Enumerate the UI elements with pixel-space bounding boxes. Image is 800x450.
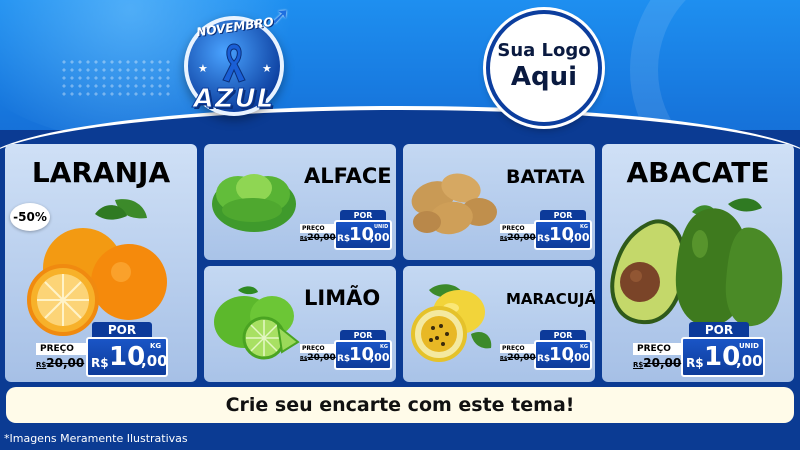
logo-line-2: Aqui (510, 62, 578, 92)
unit-label: KG (380, 344, 388, 350)
header-dot-pattern (60, 58, 170, 98)
badge-bottom-text: AZUL (193, 84, 275, 115)
currency: R$ (91, 356, 109, 370)
product-name: MARACUJÁ (506, 290, 595, 308)
preco-label: PREÇO (633, 343, 681, 355)
preco-label: PREÇO (300, 224, 334, 233)
product-card-maracuja: MARACUJÁ POR PREÇO R$20,00 R$ 10 ,00 KG (403, 266, 595, 382)
flyer-page: ➚ NOVEMBRO ★ ★ AZUL Sua Logo Aqui LARANJ… (0, 0, 800, 450)
price-cents: ,00 (141, 352, 168, 370)
logo-line-1: Sua Logo (497, 40, 591, 61)
potato-image (411, 173, 497, 235)
por-label: POR (92, 322, 152, 338)
old-price: R$20,00 (300, 353, 336, 363)
preco-label: PREÇO (500, 224, 534, 233)
price-cents: ,00 (370, 231, 390, 244)
old-price: R$20,00 (36, 356, 84, 370)
old-currency: R$ (36, 361, 47, 369)
preco-label: PREÇO (300, 344, 334, 353)
passion-fruit-image (411, 284, 492, 362)
price-integer: 10 (704, 342, 741, 372)
product-name: LIMÃO (304, 286, 381, 310)
price-cents: ,00 (570, 231, 590, 244)
old-price-value: 20,00 (307, 233, 336, 243)
currency: R$ (686, 356, 704, 370)
store-logo-placeholder: Sua Logo Aqui (486, 10, 602, 126)
old-price-value: 20,00 (46, 356, 85, 370)
old-price: R$20,00 (300, 233, 336, 243)
unit-label: KG (580, 224, 588, 230)
unit-label: UNID (374, 224, 389, 230)
price-cents: ,00 (736, 352, 763, 370)
old-price: R$20,00 (500, 233, 536, 243)
product-name: BATATA (506, 166, 585, 188)
badge-star-icon: ★ (262, 62, 272, 75)
price-cents: ,00 (370, 351, 390, 364)
lettuce-image (212, 174, 296, 232)
promo-banner: Crie seu encarte com este tema! (6, 387, 794, 423)
product-name: ABACATE (626, 156, 770, 189)
product-card-alface: ALFACE POR PREÇO R$20,00 R$ 10 ,00 UNID (204, 144, 396, 260)
preco-label: PREÇO (36, 343, 86, 355)
avocado-image (610, 198, 783, 327)
lime-image (214, 286, 300, 360)
por-label: POR (689, 322, 749, 338)
old-price-value: 20,00 (507, 353, 536, 363)
product-card-limao: LIMÃO POR PREÇO R$20,00 R$ 10 ,00 KG (204, 266, 396, 382)
unit-label: UNID (739, 342, 759, 350)
unit-label: KG (580, 344, 588, 350)
product-name: LARANJA (31, 156, 171, 189)
product-card-abacate: ABACATE POR PREÇO R$20,00 R$ 10 ,00 UNID (602, 144, 794, 382)
preco-label: PREÇO (500, 344, 534, 353)
price-cents: ,00 (570, 351, 590, 364)
old-price-value: 20,00 (307, 353, 336, 363)
awareness-ribbon-icon (222, 43, 246, 83)
footnote: *Imagens Meramente Ilustrativas (4, 432, 188, 445)
unit-label: KG (150, 342, 162, 350)
old-price: R$20,00 (633, 356, 681, 370)
old-price-value: 20,00 (643, 356, 682, 370)
product-card-batata: BATATA POR PREÇO R$20,00 R$ 10 ,00 KG (403, 144, 595, 260)
badge-star-icon: ★ (198, 62, 208, 75)
product-card-laranja: LARANJA POR PREÇO R$20,00 R$ 10 ,00 KG (5, 144, 197, 382)
old-price-value: 20,00 (507, 233, 536, 243)
old-currency: R$ (633, 361, 644, 369)
old-price: R$20,00 (500, 353, 536, 363)
discount-badge: -50% (10, 203, 50, 231)
price-integer: 10 (109, 342, 146, 372)
product-name: ALFACE (304, 164, 392, 188)
